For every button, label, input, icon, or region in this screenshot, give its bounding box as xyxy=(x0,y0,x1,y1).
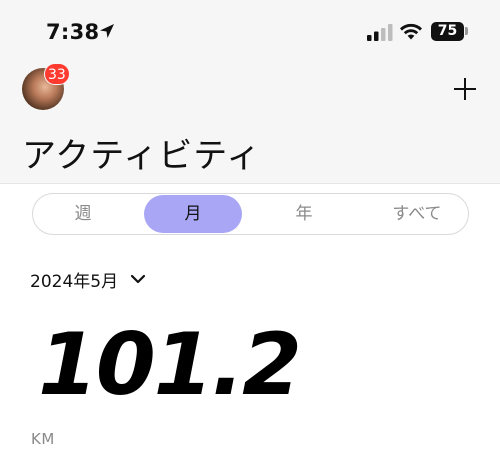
segment-all[interactable]: すべて xyxy=(367,195,467,233)
distance-unit: KM xyxy=(31,430,55,448)
cellular-signal-icon xyxy=(367,24,393,41)
notification-badge: 33 xyxy=(44,63,70,85)
battery-cap xyxy=(465,27,468,35)
month-selector[interactable]: 2024年5月 xyxy=(30,266,146,292)
wifi-icon xyxy=(400,23,422,40)
status-bar: 7:38 75 xyxy=(0,0,500,64)
header: 7:38 75 33 アクティビティ xyxy=(0,0,500,184)
page-title: アクティビティ xyxy=(22,136,262,176)
month-label: 2024年5月 xyxy=(30,271,119,292)
distance-value: 101.2 xyxy=(38,315,302,415)
period-segmented-control: 週 月 年 すべて xyxy=(32,193,469,235)
location-arrow-icon xyxy=(100,24,114,38)
status-time: 7:38 xyxy=(46,20,100,44)
activity-screen: 7:38 75 33 アクティビティ 週 月 年 すべて 2024年5月 101… xyxy=(0,0,500,476)
segment-month[interactable]: 月 xyxy=(144,195,242,233)
plus-icon[interactable] xyxy=(450,74,480,104)
segment-week[interactable]: 週 xyxy=(34,195,132,233)
segment-year[interactable]: 年 xyxy=(255,195,353,233)
battery-icon: 75 xyxy=(431,22,464,41)
chevron-down-icon xyxy=(130,274,146,284)
